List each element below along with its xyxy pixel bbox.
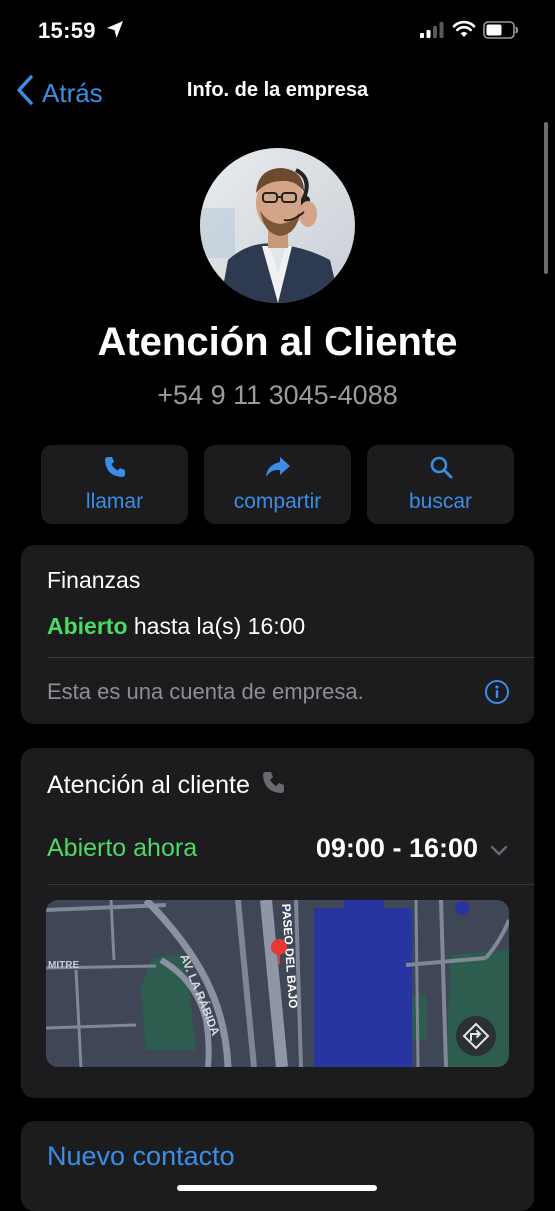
action-buttons: llamar compartir buscar	[41, 445, 514, 524]
hours-card: Atención al cliente Abierto ahora 09:00 …	[21, 748, 534, 1098]
new-contact-button[interactable]: Nuevo contacto	[47, 1141, 235, 1172]
map-label-mitre: MITRE	[48, 960, 79, 971]
directions-button[interactable]	[456, 1016, 496, 1056]
cellular-signal-icon	[420, 22, 444, 43]
phone-icon	[103, 455, 127, 484]
page-title: Info. de la empresa	[186, 79, 369, 101]
hours-status-row[interactable]: Abierto ahora 09:00 - 16:00	[47, 833, 508, 864]
hours-range: 09:00 - 16:00	[315, 833, 478, 863]
business-hours-summary: Abierto hasta la(s) 16:00	[47, 613, 305, 640]
battery-icon	[483, 21, 519, 44]
hours-card-header: Atención al cliente	[47, 768, 288, 803]
hours-card-title: Atención al cliente	[47, 771, 250, 799]
contact-card: Nuevo contacto	[21, 1121, 534, 1211]
hours-range-wrap: 09:00 - 16:00	[316, 833, 508, 864]
navigation-bar: Atrás Info. de la empresa	[0, 66, 555, 116]
status-bar: 15:59	[0, 0, 555, 64]
wifi-icon	[452, 20, 476, 43]
status-time: 15:59	[38, 18, 96, 43]
telephone-emoji-icon	[258, 768, 288, 803]
scrollbar[interactable]	[544, 122, 548, 274]
business-info-card: Finanzas Abierto hasta la(s) 16:00 Esta …	[21, 545, 534, 724]
business-name: Atención al Cliente	[97, 320, 458, 364]
search-label: buscar	[408, 490, 473, 513]
phone-number[interactable]: +54 9 11 3045-4088	[0, 380, 555, 411]
call-label: llamar	[85, 490, 144, 513]
avatar[interactable]	[200, 148, 355, 303]
divider	[47, 657, 534, 658]
location-arrow-icon	[106, 20, 124, 45]
call-button[interactable]: llamar	[41, 445, 188, 524]
info-icon[interactable]	[484, 679, 510, 710]
home-indicator[interactable]	[177, 1185, 377, 1191]
share-label: compartir	[233, 490, 322, 513]
search-button[interactable]: buscar	[367, 445, 514, 524]
business-account-note[interactable]: Esta es una cuenta de empresa.	[47, 679, 364, 705]
open-until: hasta la(s) 16:00	[133, 613, 306, 639]
share-icon	[264, 455, 292, 484]
business-category: Finanzas	[47, 567, 141, 593]
open-status: Abierto	[47, 613, 128, 639]
divider	[47, 884, 534, 885]
location-map[interactable]: MITRE AV. LA RÁBIDA PASEO DEL BAJO	[46, 900, 509, 1067]
share-button[interactable]: compartir	[204, 445, 351, 524]
open-now-status: Abierto ahora	[47, 834, 198, 862]
search-icon	[429, 455, 453, 484]
chevron-down-icon[interactable]	[490, 833, 508, 864]
